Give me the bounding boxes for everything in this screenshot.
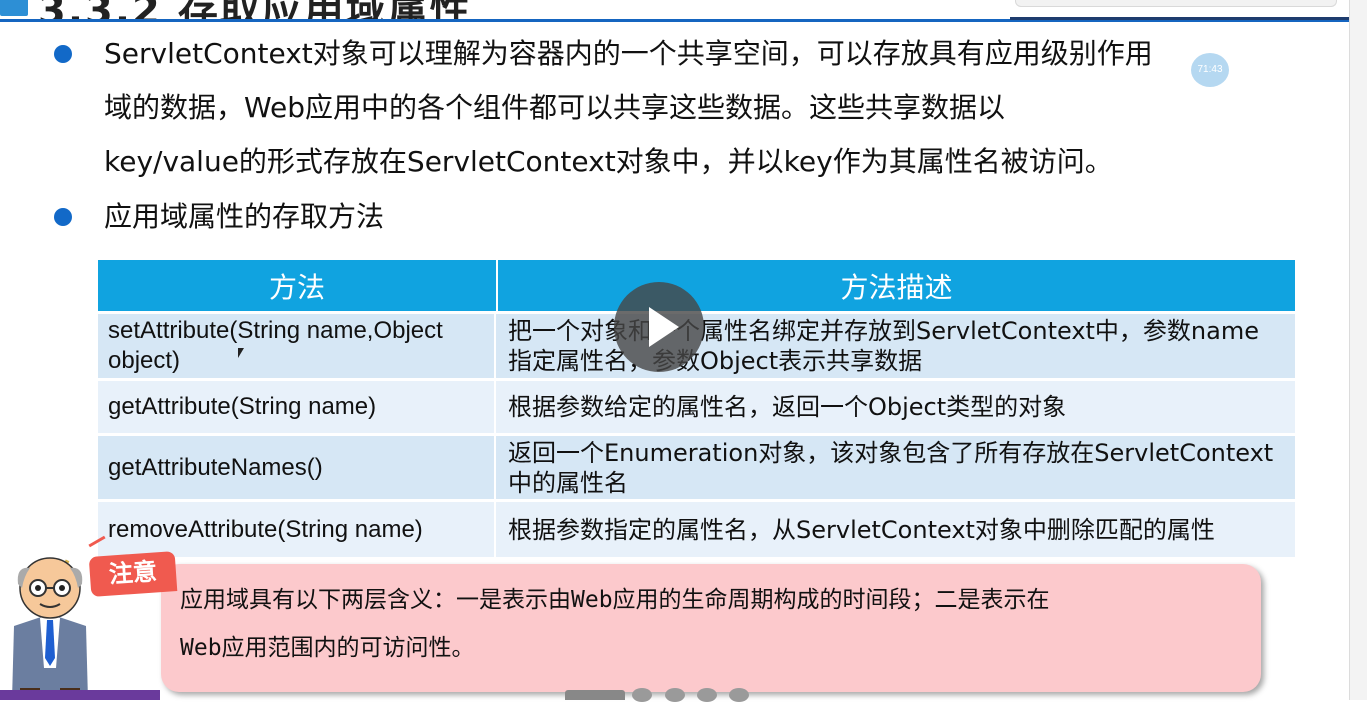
paragraph-line: 应用域属性的存取方法 xyxy=(104,200,385,233)
method-cell: setAttribute(String name,Object object) xyxy=(98,314,496,378)
player-page-indicator[interactable] xyxy=(565,690,625,700)
table-row: removeAttribute(String name) 根据参数指定的属性名，… xyxy=(98,499,1295,557)
method-cell: getAttribute(String name) xyxy=(98,381,496,433)
taskbar-segment xyxy=(0,690,160,700)
mouse-cursor-icon xyxy=(238,348,244,358)
method-cell: removeAttribute(String name) xyxy=(98,502,496,557)
bullet-dot-icon xyxy=(54,208,72,226)
professor-avatar-icon xyxy=(12,557,88,700)
note-tag: 注意 xyxy=(88,551,178,597)
paragraph-line: 域的数据，Web应用中的各个组件都可以共享这些数据。这些共享数据以 xyxy=(104,91,1006,124)
slide-title-bar: 3.3.2 存取应用域属性 xyxy=(0,0,1367,22)
bullet-dot-icon xyxy=(54,45,72,63)
table-row: getAttribute(String name) 根据参数给定的属性名，返回一… xyxy=(98,378,1295,433)
method-cell: getAttributeNames() xyxy=(98,436,496,499)
table-header-cell: 方法描述 xyxy=(840,270,953,304)
play-icon[interactable] xyxy=(614,282,704,372)
title-underline-dark xyxy=(1010,17,1350,20)
timer-badge[interactable]: 71:43 xyxy=(1191,53,1229,87)
table-header-cell: 方法 xyxy=(98,260,498,311)
description-cell: 返回一个Enumeration对象，该对象包含了所有存放在ServletCont… xyxy=(508,438,1274,497)
note-line: Web应用范围内的可访问性。 xyxy=(180,635,475,661)
title-marker-icon xyxy=(0,0,28,16)
note-line: 应用域具有以下两层含义：一是表示由Web应用的生命周期构成的时间段；二是表示在 xyxy=(180,587,1050,613)
paragraph-line: key/value的形式存放在ServletContext对象中，并以key作为… xyxy=(104,145,1113,178)
paragraph-line: ServletContext对象可以理解为容器内的一个共享空间，可以存放具有应用… xyxy=(104,37,1153,70)
window-overlay-panel xyxy=(1015,0,1337,7)
scrollbar[interactable] xyxy=(1349,0,1367,700)
description-cell: 根据参数给定的属性名，返回一个Object类型的对象 xyxy=(508,393,1067,421)
table-row: getAttributeNames() 返回一个Enumeration对象，该对… xyxy=(98,433,1295,499)
description-cell: 根据参数指定的属性名，从ServletContext对象中删除匹配的属性 xyxy=(508,515,1215,544)
